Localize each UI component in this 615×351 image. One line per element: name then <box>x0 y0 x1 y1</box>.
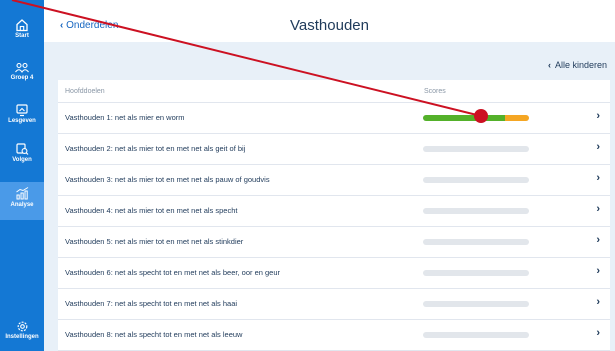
follow-icon <box>16 143 29 155</box>
score-bar <box>423 239 529 245</box>
top-bar: ‹ Onderdelen Vasthouden <box>44 0 615 42</box>
table-row[interactable]: Vasthouden 8: net als specht tot en met … <box>58 320 610 351</box>
nav-teach[interactable]: Lesgeven <box>0 103 44 135</box>
table-row[interactable]: Vasthouden 2: net als mier tot en met ne… <box>58 134 610 165</box>
teach-icon <box>16 104 28 117</box>
score-bar <box>423 115 529 121</box>
score-bar <box>423 177 529 183</box>
nav-analysis[interactable]: Analyse <box>0 182 44 220</box>
table-row[interactable]: Vasthouden 4: net als mier tot en met ne… <box>58 196 610 227</box>
table-row[interactable]: Vasthouden 3: net als mier tot en met ne… <box>58 165 610 196</box>
nav-group[interactable]: Groep 4 <box>0 62 44 92</box>
score-bar <box>423 270 529 276</box>
page-title: Vasthouden <box>290 17 369 34</box>
home-icon <box>16 19 28 32</box>
nav-label: Start <box>15 33 29 39</box>
goal-label: Vasthouden 1: net als mier en worm <box>65 113 185 122</box>
column-header-scores: Scores <box>424 88 446 95</box>
table-row[interactable]: Vasthouden 5: net als mier tot en met ne… <box>58 227 610 258</box>
nav-label: Lesgeven <box>8 118 36 124</box>
chevron-right-icon: › <box>596 234 600 246</box>
table-row[interactable]: Vasthouden 7: net als specht tot en met … <box>58 289 610 320</box>
settings-icon <box>17 321 27 332</box>
score-bar <box>423 332 529 338</box>
table-row[interactable]: Vasthouden 1: net als mier en worm › <box>58 103 610 134</box>
nav-label: Volgen <box>12 157 32 163</box>
nav-label: Analyse <box>10 202 34 208</box>
column-header-goals: Hoofddoelen <box>65 88 105 95</box>
nav-start[interactable]: Start <box>0 18 44 50</box>
chevron-right-icon: › <box>596 265 600 277</box>
main-content: ‹ Alle kinderen Hoofddoelen Scores Vastho… <box>44 42 615 351</box>
chevron-left-icon: ‹ <box>547 60 551 70</box>
chevron-right-icon: › <box>596 203 600 215</box>
goal-label: Vasthouden 4: net als mier tot en met ne… <box>65 206 238 215</box>
table-header: Hoofddoelen Scores <box>58 80 610 103</box>
chevron-right-icon: › <box>596 296 600 308</box>
group-icon <box>15 62 29 73</box>
nav-label: Groep 4 <box>10 75 34 81</box>
analysis-icon <box>15 187 28 200</box>
chevron-right-icon: › <box>596 110 600 122</box>
chevron-right-icon: › <box>596 172 600 184</box>
goal-label: Vasthouden 3: net als mier tot en met ne… <box>65 175 270 184</box>
nav-follow[interactable]: Volgen <box>0 142 44 174</box>
score-segment-green <box>423 115 505 121</box>
nav-settings[interactable]: Instellingen <box>0 320 44 350</box>
goal-label: Vasthouden 8: net als specht tot en met … <box>65 330 243 339</box>
goal-label: Vasthouden 5: net als mier tot en met ne… <box>65 237 244 246</box>
table-row[interactable]: Vasthouden 6: net als specht tot en met … <box>58 258 610 289</box>
goal-label: Vasthouden 7: net als specht tot en met … <box>65 299 238 308</box>
nav-label: Instellingen <box>5 334 39 340</box>
sidebar: Start Groep 4 Lesgeven Volgen Analyse In… <box>0 0 44 351</box>
score-bar <box>423 208 529 214</box>
score-bar <box>423 146 529 152</box>
chevron-right-icon: › <box>596 141 600 153</box>
score-bar <box>423 301 529 307</box>
all-children-filter[interactable]: ‹ Alle kinderen <box>548 60 607 70</box>
goal-label: Vasthouden 6: net als specht tot en met … <box>65 268 281 277</box>
goal-label: Vasthouden 2: net als mier tot en met ne… <box>65 144 246 153</box>
chevron-right-icon: › <box>596 327 600 339</box>
goals-table: Hoofddoelen Scores Vasthouden 1: net als… <box>58 80 610 351</box>
score-segment-orange <box>504 115 529 121</box>
all-children-label: Alle kinderen <box>554 60 607 70</box>
